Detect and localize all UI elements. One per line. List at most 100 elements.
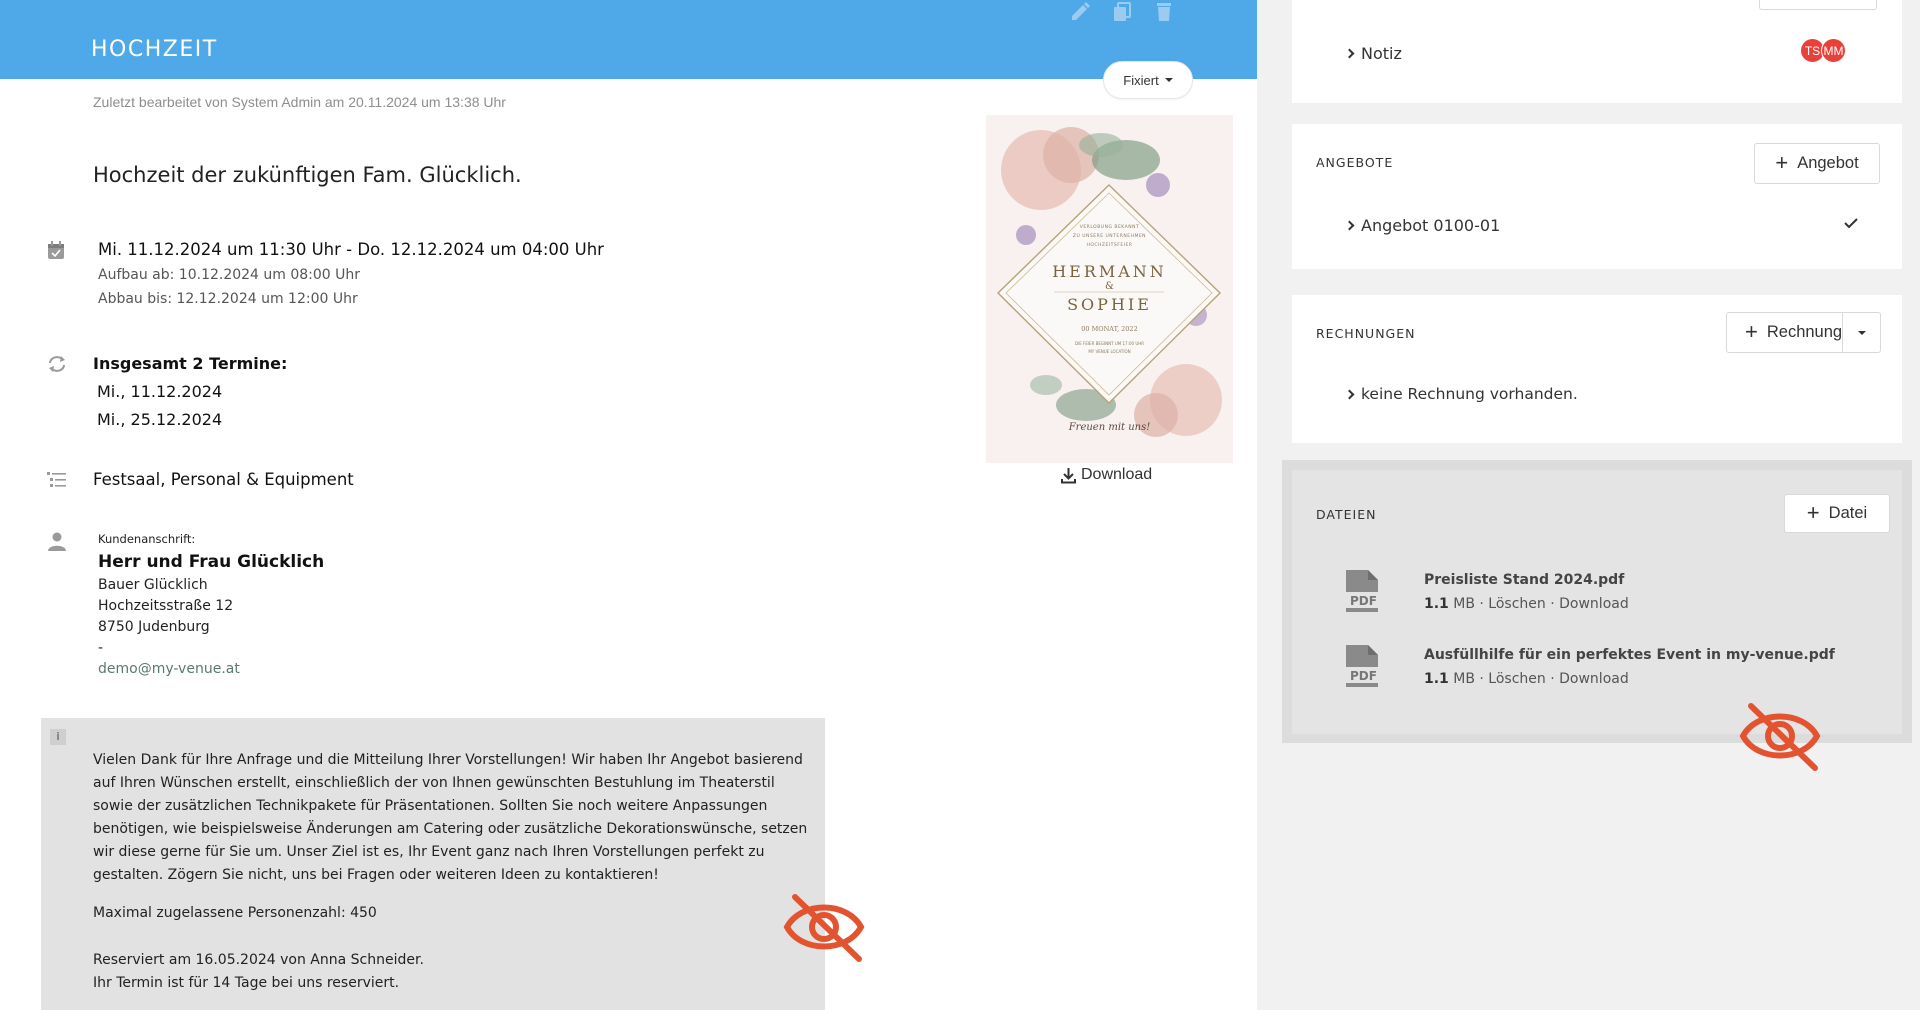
appointment-date: Mi., 25.12.2024 bbox=[97, 410, 223, 429]
customer-name: Herr und Frau Glücklich bbox=[98, 552, 325, 572]
event-detail-panel: HOCHZEIT Fixiert Zuletzt bearbeitet von … bbox=[0, 0, 1257, 1010]
eye-slash-icon bbox=[1739, 703, 1821, 771]
angebot-item[interactable]: Angebot 0100-01 bbox=[1344, 216, 1501, 235]
rechnung-dropdown-toggle[interactable] bbox=[1843, 313, 1880, 352]
file-size: 1.1 bbox=[1424, 596, 1449, 612]
delete-file-link[interactable]: Löschen bbox=[1488, 596, 1545, 612]
file-size-unit: MB · bbox=[1448, 671, 1489, 687]
svg-text:PDF: PDF bbox=[1350, 594, 1377, 608]
download-file-link[interactable]: Download bbox=[1559, 671, 1629, 687]
meta-separator: · bbox=[1545, 596, 1560, 612]
customer-email-link[interactable]: demo@my-venue.at bbox=[98, 661, 324, 677]
trash-icon[interactable] bbox=[1152, 0, 1176, 28]
invitation-small-text: DIE FEIER BEGINNT UM 17:00 UHR MY VENUE … bbox=[1074, 341, 1145, 354]
notiz-toggle[interactable]: Notiz bbox=[1344, 44, 1402, 63]
appointments: Insgesamt 2 Termine: Mi., 11.12.2024 Mi.… bbox=[93, 354, 287, 429]
dateien-card-inner: DATEIEN + Datei PDF Preisliste Stand 202… bbox=[1292, 470, 1902, 771]
pdf-file-icon[interactable]: PDF bbox=[1342, 643, 1384, 689]
repeat-icon bbox=[46, 353, 68, 379]
delete-file-link[interactable]: Löschen bbox=[1488, 671, 1545, 687]
caret-down-icon bbox=[1164, 78, 1173, 82]
chevron-right-icon bbox=[1344, 220, 1355, 231]
internal-note: i Vielen Dank für Ihre Anfrage und die M… bbox=[41, 718, 865, 1010]
reservation-duration: Ihr Termin ist für 14 Tage bei uns reser… bbox=[93, 975, 400, 991]
sidebar: Notiz TS MM ANGEBOTE + Angebot Angebot 0… bbox=[1257, 0, 1920, 1010]
avatar[interactable]: MM bbox=[1821, 38, 1846, 63]
appointment-date: Mi., 11.12.2024 bbox=[97, 382, 223, 401]
chevron-right-icon bbox=[1344, 48, 1355, 59]
rechnung-empty-row[interactable]: keine Rechnung vorhanden. bbox=[1344, 385, 1578, 403]
rechnungen-title: RECHNUNGEN bbox=[1316, 326, 1416, 341]
dateien-card: DATEIEN + Datei PDF Preisliste Stand 202… bbox=[1282, 460, 1912, 771]
invitation-top-text: VERLOBUNG BEKANNT ZU UNSERE UNTERNEHMEN … bbox=[1072, 225, 1147, 248]
info-icon: i bbox=[50, 729, 66, 745]
invitation-name-1: HERMANN bbox=[1052, 262, 1167, 281]
customer-address-line: 8750 Judenburg bbox=[98, 619, 210, 635]
download-label: Download bbox=[1081, 466, 1153, 483]
file-name[interactable]: Ausfüllhilfe für ein perfektes Event in … bbox=[1424, 647, 1835, 663]
card-button-partial[interactable] bbox=[1759, 0, 1877, 10]
download-image-link[interactable]: Download bbox=[1060, 466, 1152, 484]
max-persons: Maximal zugelassene Personenzahl: 450 bbox=[93, 905, 377, 921]
event-dates: Mi. 11.12.2024 um 11:30 Uhr - Do. 12.12.… bbox=[98, 240, 604, 307]
event-title: Hochzeit der zukünftigen Fam. Glücklich. bbox=[93, 163, 522, 187]
add-datei-button[interactable]: + Datei bbox=[1784, 494, 1890, 533]
file-meta: 1.1 MB · Löschen · Download bbox=[1424, 671, 1629, 687]
caret-down-icon bbox=[1857, 330, 1866, 335]
page-title: HOCHZEIT bbox=[91, 37, 218, 62]
copy-icon[interactable] bbox=[1110, 0, 1134, 28]
invitation-name-2: SOPHIE bbox=[1067, 295, 1152, 314]
download-file-link[interactable]: Download bbox=[1559, 596, 1629, 612]
angebote-card: ANGEBOTE + Angebot Angebot 0100-01 bbox=[1292, 124, 1902, 269]
rechnungen-card: RECHNUNGEN + Rechnung keine Rechnung vor… bbox=[1292, 295, 1902, 443]
add-angebot-label: Angebot bbox=[1797, 154, 1859, 172]
invitation-date: 00 MONAT, 2022 bbox=[1081, 325, 1138, 333]
event-header: HOCHZEIT bbox=[0, 0, 1257, 79]
invitation-script: Freuen mit uns! bbox=[1068, 422, 1151, 433]
customer-address: Kundenanschrift: Herr und Frau Glücklich… bbox=[98, 532, 324, 677]
angebot-item-label: Angebot 0100-01 bbox=[1361, 216, 1501, 235]
appointments-title: Insgesamt 2 Termine: bbox=[93, 354, 288, 373]
status-dropdown[interactable]: Fixiert bbox=[1103, 61, 1193, 99]
chevron-right-icon bbox=[1344, 389, 1355, 399]
date-range: Mi. 11.12.2024 um 11:30 Uhr - Do. 12.12.… bbox=[98, 240, 604, 259]
add-rechnung-label: Rechnung bbox=[1766, 323, 1843, 341]
person-icon bbox=[46, 530, 68, 556]
plus-icon: + bbox=[1775, 149, 1789, 175]
file-size: 1.1 bbox=[1424, 671, 1449, 687]
customer-address-line: - bbox=[98, 640, 104, 656]
file-meta: 1.1 MB · Löschen · Download bbox=[1424, 596, 1629, 612]
rooms-resources: Festsaal, Personal & Equipment bbox=[93, 470, 354, 489]
check-icon bbox=[1844, 218, 1858, 229]
status-dropdown-label: Fixiert bbox=[1123, 72, 1159, 88]
note-text: Vielen Dank für Ihre Anfrage und die Mit… bbox=[93, 752, 808, 883]
list-icon bbox=[46, 469, 68, 495]
meta-separator: · bbox=[1545, 671, 1560, 687]
customer-address-label: Kundenanschrift: bbox=[98, 532, 196, 546]
angebote-title: ANGEBOTE bbox=[1316, 155, 1394, 170]
file-name[interactable]: Preisliste Stand 2024.pdf bbox=[1424, 572, 1624, 588]
customer-address-line: Hochzeitsstraße 12 bbox=[98, 598, 234, 614]
setup-time: Aufbau ab: 10.12.2024 um 08:00 Uhr bbox=[98, 267, 361, 283]
file-size-unit: MB · bbox=[1448, 596, 1489, 612]
last-edited-info: Zuletzt bearbeitet von System Admin am 2… bbox=[93, 94, 506, 110]
teardown-time: Abbau bis: 12.12.2024 um 12:00 Uhr bbox=[98, 291, 358, 307]
pencil-icon[interactable] bbox=[1068, 0, 1092, 28]
plus-icon: + bbox=[1745, 318, 1758, 344]
customer-address-line: Bauer Glücklich bbox=[98, 577, 208, 593]
add-datei-label: Datei bbox=[1828, 504, 1868, 522]
rechnung-empty-label: keine Rechnung vorhanden. bbox=[1361, 385, 1578, 403]
add-angebot-button[interactable]: + Angebot bbox=[1754, 143, 1880, 184]
pdf-file-icon[interactable]: PDF bbox=[1342, 568, 1384, 614]
invitation-image[interactable]: VERLOBUNG BEKANNT ZU UNSERE UNTERNEHMEN … bbox=[986, 115, 1233, 463]
calendar-icon bbox=[46, 240, 68, 266]
notiz-card: Notiz TS MM bbox=[1292, 0, 1902, 103]
plus-icon: + bbox=[1806, 499, 1820, 525]
invitation-amp: & bbox=[1105, 281, 1114, 292]
reservation-info: Reserviert am 16.05.2024 von Anna Schnei… bbox=[93, 952, 424, 968]
header-actions bbox=[1068, 0, 1176, 28]
eye-slash-icon bbox=[783, 894, 865, 962]
notiz-label: Notiz bbox=[1361, 44, 1402, 63]
svg-text:PDF: PDF bbox=[1350, 669, 1377, 683]
download-icon bbox=[1061, 467, 1076, 483]
